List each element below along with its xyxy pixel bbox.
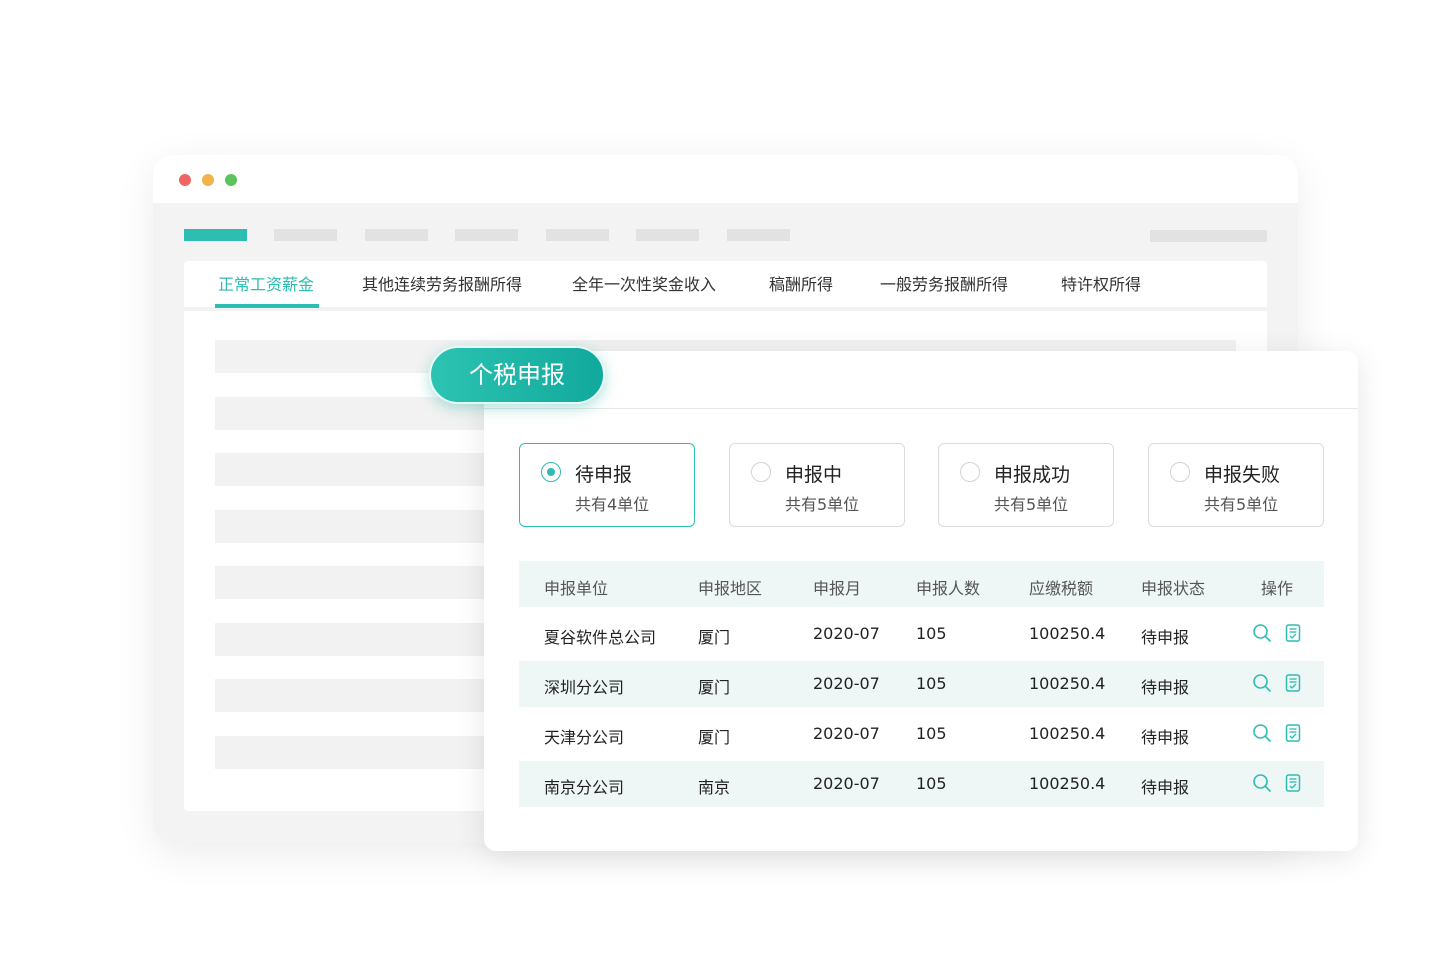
cell-people: 105 xyxy=(916,674,947,693)
card-header-divider xyxy=(484,408,1358,409)
nav-placeholder[interactable] xyxy=(546,229,609,241)
status-filter-label: 申报失败 xyxy=(1204,464,1281,486)
cell-people: 105 xyxy=(916,624,947,643)
search-icon[interactable] xyxy=(1252,773,1272,793)
cell-region: 厦门 xyxy=(698,628,731,647)
cell-tax: 100250.4 xyxy=(1029,624,1106,643)
document-icon[interactable] xyxy=(1283,673,1303,693)
status-filter-success[interactable]: 申报成功 共有5单位 xyxy=(938,443,1114,527)
nav-placeholder[interactable] xyxy=(455,229,518,241)
card-title-pill: 个税申报 xyxy=(429,346,605,404)
radio-button[interactable] xyxy=(960,462,980,482)
cell-month: 2020-07 xyxy=(813,774,880,793)
search-icon[interactable] xyxy=(1252,723,1272,743)
document-icon[interactable] xyxy=(1283,623,1303,643)
document-icon[interactable] xyxy=(1283,773,1303,793)
cell-tax: 100250.4 xyxy=(1029,774,1106,793)
status-filter-label: 待申报 xyxy=(575,464,633,486)
income-type-tabs: 正常工资薪金 其他连续劳务报酬所得 全年一次性奖金收入 稿酬所得 一般劳务报酬所… xyxy=(184,261,1267,311)
table-row: 天津分公司 厦门 2020-07 105 100250.4 待申报 xyxy=(519,711,1324,757)
document-icon[interactable] xyxy=(1283,723,1303,743)
column-header-unit: 申报单位 xyxy=(544,579,609,598)
radio-button[interactable] xyxy=(1170,462,1190,482)
cell-people: 105 xyxy=(916,774,947,793)
tab-continuous-labor[interactable]: 其他连续劳务报酬所得 xyxy=(362,271,522,295)
cell-status: 待申报 xyxy=(1141,628,1190,647)
cell-status: 待申报 xyxy=(1141,678,1190,697)
tab-regular-salary[interactable]: 正常工资薪金 xyxy=(218,271,314,295)
cell-unit: 夏谷软件总公司 xyxy=(544,628,657,647)
radio-button[interactable] xyxy=(541,462,561,482)
column-header-tax: 应缴税额 xyxy=(1029,579,1094,598)
column-header-status: 申报状态 xyxy=(1141,579,1206,598)
cell-region: 厦门 xyxy=(698,678,731,697)
active-tab-indicator xyxy=(215,304,319,308)
tab-general-labor[interactable]: 一般劳务报酬所得 xyxy=(880,271,1008,295)
cell-unit: 南京分公司 xyxy=(544,778,625,797)
column-header-actions: 操作 xyxy=(1261,579,1294,598)
status-filter-count: 共有5单位 xyxy=(1204,495,1279,514)
status-filter-count: 共有5单位 xyxy=(785,495,860,514)
cell-region: 南京 xyxy=(698,778,731,797)
nav-placeholder[interactable] xyxy=(365,229,428,241)
window-close-button[interactable] xyxy=(179,174,191,186)
radio-button[interactable] xyxy=(751,462,771,482)
search-icon[interactable] xyxy=(1252,623,1272,643)
window-maximize-button[interactable] xyxy=(225,174,237,186)
cell-month: 2020-07 xyxy=(813,724,880,743)
column-header-people: 申报人数 xyxy=(916,579,981,598)
nav-placeholder[interactable] xyxy=(636,229,699,241)
cell-status: 待申报 xyxy=(1141,728,1190,747)
cell-unit: 天津分公司 xyxy=(544,728,625,747)
header-right-placeholder xyxy=(1150,230,1267,242)
nav-placeholder[interactable] xyxy=(274,229,337,241)
window-minimize-button[interactable] xyxy=(202,174,214,186)
cell-unit: 深圳分公司 xyxy=(544,678,625,697)
radio-selected-dot xyxy=(547,468,555,476)
status-filter-failed[interactable]: 申报失败 共有5单位 xyxy=(1148,443,1324,527)
column-header-month: 申报月 xyxy=(813,579,862,598)
tax-declaration-card: 待申报 共有4单位 申报中 共有5单位 申报成功 共有5单位 申报失败 共有5单… xyxy=(484,351,1358,851)
nav-placeholder-active[interactable] xyxy=(184,229,247,241)
cell-month: 2020-07 xyxy=(813,674,880,693)
table-row: 深圳分公司 厦门 2020-07 105 100250.4 待申报 xyxy=(519,661,1324,707)
column-header-region: 申报地区 xyxy=(698,579,763,598)
tab-annual-bonus[interactable]: 全年一次性奖金收入 xyxy=(572,271,716,295)
table-header: 申报单位 申报地区 申报月 申报人数 应缴税额 申报状态 操作 xyxy=(519,561,1324,607)
tab-franchise[interactable]: 特许权所得 xyxy=(1061,271,1141,295)
cell-status: 待申报 xyxy=(1141,778,1190,797)
search-icon[interactable] xyxy=(1252,673,1272,693)
table-row: 夏谷软件总公司 厦门 2020-07 105 100250.4 待申报 xyxy=(519,611,1324,657)
status-filter-label: 申报中 xyxy=(785,464,843,486)
window-titlebar xyxy=(153,155,1298,203)
status-filter-pending[interactable]: 待申报 共有4单位 xyxy=(519,443,695,527)
cell-tax: 100250.4 xyxy=(1029,724,1106,743)
cell-tax: 100250.4 xyxy=(1029,674,1106,693)
status-filter-count: 共有5单位 xyxy=(994,495,1069,514)
cell-people: 105 xyxy=(916,724,947,743)
cell-region: 厦门 xyxy=(698,728,731,747)
status-filter-count: 共有4单位 xyxy=(575,495,650,514)
tab-royalty[interactable]: 稿酬所得 xyxy=(769,271,833,295)
cell-month: 2020-07 xyxy=(813,624,880,643)
status-filter-label: 申报成功 xyxy=(994,464,1071,486)
status-filter-in-progress[interactable]: 申报中 共有5单位 xyxy=(729,443,905,527)
nav-placeholder[interactable] xyxy=(727,229,790,241)
table-row: 南京分公司 南京 2020-07 105 100250.4 待申报 xyxy=(519,761,1324,807)
